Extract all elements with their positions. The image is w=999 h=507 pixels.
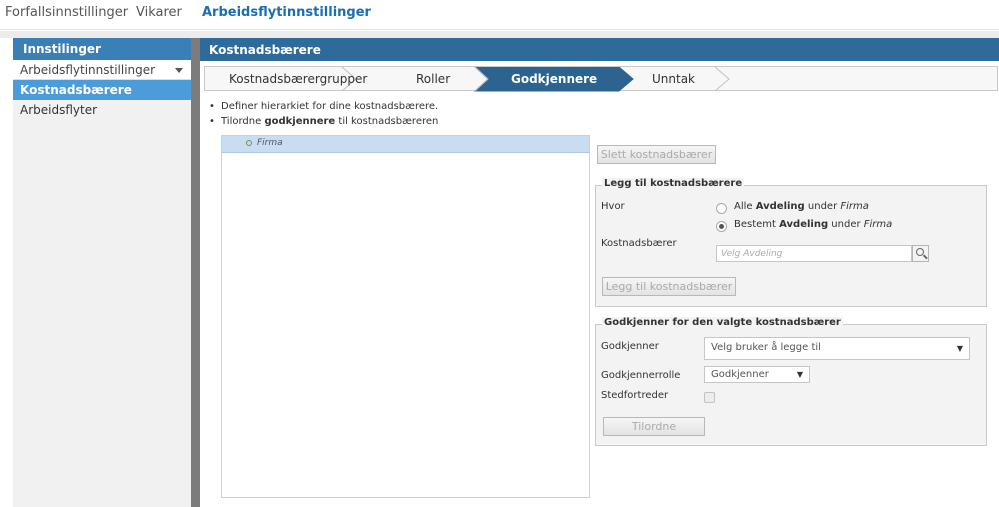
add-cost-center-button[interactable]: Legg til kostnadsbærer bbox=[602, 277, 736, 296]
step-separator-3 bbox=[714, 67, 730, 92]
tree-node-firma[interactable]: Firma bbox=[222, 136, 589, 153]
instruction-line-2: Tilordne godkjennere til kostnadsbæreren bbox=[209, 116, 438, 131]
radio-all-departments[interactable] bbox=[716, 203, 727, 214]
radio-specific-department-label: Bestemt Avdeling under Firma bbox=[734, 219, 893, 230]
instructions-list: Definer hierarkiet for dine kostnadsbære… bbox=[209, 101, 438, 131]
step-godkjennere[interactable]: Godkjennere bbox=[511, 72, 597, 86]
add-cost-center-section: Legg til kostnadsbærere Hvor Alle Avdeli… bbox=[595, 178, 987, 307]
tab-vikarer[interactable]: Vikarer bbox=[136, 5, 182, 20]
sidebar-item-kostnadsbaerere[interactable]: Kostnadsbærere bbox=[13, 80, 191, 100]
deputy-label: Stedfortreder bbox=[601, 390, 669, 401]
panel-divider[interactable] bbox=[191, 38, 200, 507]
approver-label: Godkjenner bbox=[601, 341, 659, 352]
radio-all-departments-label: Alle Avdeling under Firma bbox=[734, 201, 869, 212]
tab-forfallsinnstillinger[interactable]: Forfallsinnstillinger bbox=[5, 5, 128, 20]
dropdown-arrow-icon: ▼ bbox=[956, 344, 963, 353]
circle-icon bbox=[246, 140, 252, 146]
step-unntak[interactable]: Unntak bbox=[652, 72, 695, 86]
step-roller[interactable]: Roller bbox=[416, 72, 450, 86]
dropdown-arrow-icon: ▼ bbox=[796, 370, 803, 379]
cost-center-tree: Firma bbox=[221, 135, 590, 498]
tab-arbeidsflytinnstillinger[interactable]: Arbeidsflytinnstillinger bbox=[202, 5, 371, 20]
approver-role-label: Godkjennerrolle bbox=[601, 370, 681, 381]
sidebar: Innstilinger Arbeidsflytinnstillinger Ko… bbox=[13, 38, 191, 507]
chevron-down-icon bbox=[175, 68, 183, 73]
approver-role-value: Godkjenner bbox=[711, 369, 769, 380]
delete-cost-center-button[interactable]: Slett kostnadsbærer bbox=[597, 145, 716, 164]
department-search-input[interactable]: Velg Avdeling bbox=[716, 245, 912, 262]
step-kostnadsbaerergrupper[interactable]: Kostnadsbærergrupper bbox=[229, 72, 367, 86]
approver-select[interactable]: Velg bruker å legge til ▼ bbox=[704, 337, 970, 360]
wizard-steps: Kostnadsbærergrupper Roller Godkjennere … bbox=[204, 66, 998, 92]
sidebar-settings-dropdown[interactable]: Arbeidsflytinnstillinger bbox=[13, 60, 191, 80]
radio-specific-department[interactable] bbox=[716, 221, 727, 232]
sidebar-header: Innstilinger bbox=[13, 38, 191, 60]
background-strip bbox=[0, 31, 999, 38]
sidebar-dropdown-value: Arbeidsflytinnstillinger bbox=[20, 63, 156, 77]
instruction-line-1: Definer hierarkiet for dine kostnadsbære… bbox=[209, 101, 438, 116]
approver-section-legend: Godkjenner for den valgte kostnadsbærer bbox=[602, 317, 843, 328]
top-navigation: Forfallsinnstillinger Vikarer Arbeidsfly… bbox=[0, 0, 999, 30]
sidebar-item-arbeidsflyter[interactable]: Arbeidsflyter bbox=[13, 100, 191, 120]
main-panel: Kostnadsbærere Kostnadsbærergrupper Roll… bbox=[200, 38, 999, 507]
deputy-checkbox[interactable] bbox=[704, 392, 715, 403]
tree-node-label: Firma bbox=[257, 138, 283, 148]
assign-button[interactable]: Tilordne bbox=[603, 417, 705, 436]
main-header: Kostnadsbærere bbox=[200, 38, 999, 61]
where-label: Hvor bbox=[601, 201, 625, 212]
search-button[interactable] bbox=[912, 245, 929, 262]
approver-role-select[interactable]: Godkjenner ▼ bbox=[704, 366, 810, 383]
approver-select-placeholder: Velg bruker å legge til bbox=[711, 342, 821, 353]
approver-section: Godkjenner for den valgte kostnadsbærer … bbox=[595, 317, 987, 446]
add-section-legend: Legg til kostnadsbærere bbox=[602, 178, 745, 189]
cost-center-label: Kostnadsbærer bbox=[601, 238, 677, 249]
